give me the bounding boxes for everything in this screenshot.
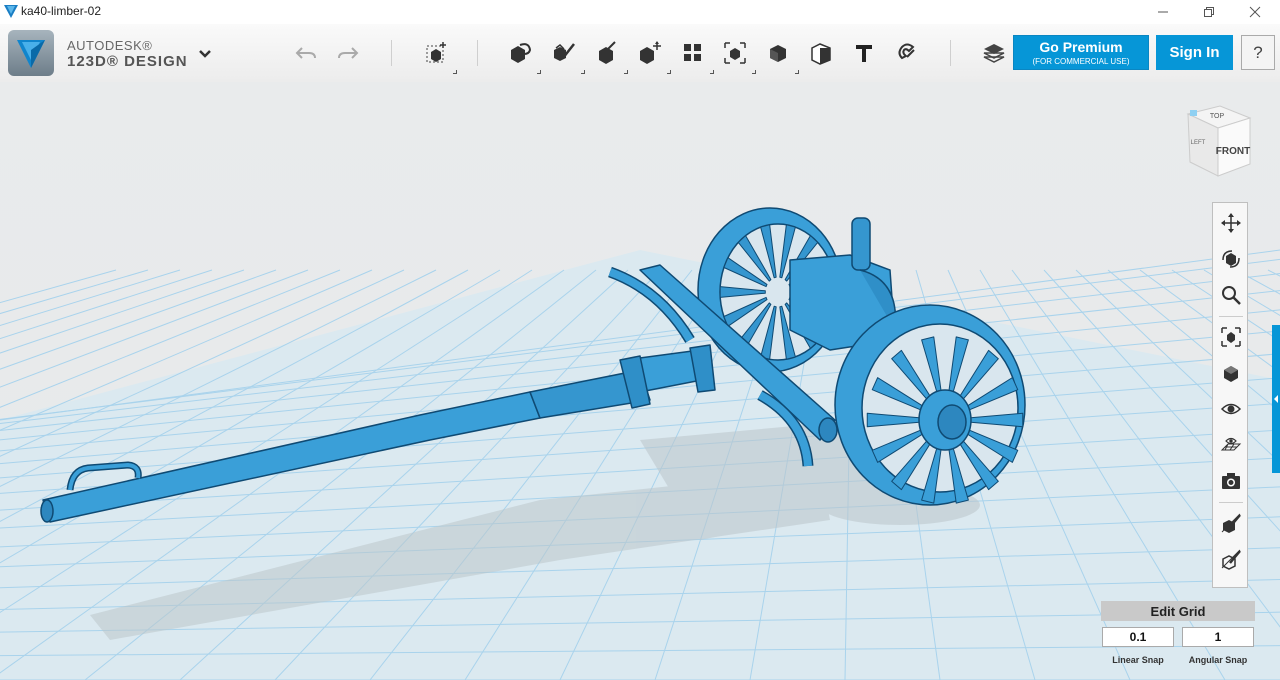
material-icon[interactable] xyxy=(979,38,1009,68)
combine-icon[interactable] xyxy=(720,38,756,74)
construct-icon[interactable] xyxy=(549,38,585,74)
snap-icon[interactable] xyxy=(892,38,922,68)
text-icon[interactable] xyxy=(806,38,836,68)
go-premium-sublabel: (FOR COMMERCIAL USE) xyxy=(1032,57,1130,66)
close-icon[interactable] xyxy=(1232,0,1278,24)
title-bar: ka40-limber-02 xyxy=(0,0,1280,24)
pan-icon[interactable] xyxy=(1217,209,1245,237)
go-premium-button[interactable]: Go Premium (FOR COMMERCIAL USE) xyxy=(1013,35,1149,70)
linear-snap-label: Linear Snap xyxy=(1112,655,1164,665)
view-cube[interactable]: TOP FRONT LEFT xyxy=(1180,102,1260,182)
brand-autodesk: AUTODESK® xyxy=(67,38,153,53)
angular-snap-input[interactable]: 1 xyxy=(1182,627,1254,647)
fit-icon[interactable] xyxy=(1217,323,1245,351)
scene-canvas[interactable] xyxy=(0,82,1280,680)
modify-icon[interactable] xyxy=(592,38,628,74)
nav-separator xyxy=(1219,502,1243,503)
minimize-icon[interactable] xyxy=(1140,0,1186,24)
undo-icon[interactable] xyxy=(291,38,321,68)
nav-separator xyxy=(1219,316,1243,317)
main-toolbar: AUTODESK® 123D® DESIGN Go Premium (FOR C… xyxy=(0,24,1280,83)
sketch-icon[interactable] xyxy=(505,38,541,74)
brand-product: 123D® DESIGN xyxy=(67,53,188,70)
go-premium-label: Go Premium xyxy=(1039,39,1123,55)
grid-visibility-icon[interactable] xyxy=(1217,431,1245,459)
app-logo-icon xyxy=(4,5,18,18)
right-panel-tab[interactable] xyxy=(1272,325,1280,473)
edit-grid-button[interactable]: Edit Grid xyxy=(1101,601,1255,621)
zoom-icon[interactable] xyxy=(1217,281,1245,309)
window-title: ka40-limber-02 xyxy=(21,4,102,18)
text-tool-icon[interactable] xyxy=(849,38,879,68)
restore-icon[interactable] xyxy=(1186,0,1232,24)
redo-icon[interactable] xyxy=(333,38,363,68)
navigation-bar xyxy=(1212,202,1248,588)
help-button[interactable]: ? xyxy=(1241,35,1275,70)
toolbar-separator xyxy=(391,40,392,66)
primitives-icon[interactable] xyxy=(421,38,457,74)
view-cube-front: FRONT xyxy=(1216,146,1250,157)
sign-in-button[interactable]: Sign In xyxy=(1156,35,1233,70)
outline-icon[interactable] xyxy=(1217,545,1245,573)
toolbar-separator xyxy=(950,40,951,66)
linear-snap-input[interactable]: 0.1 xyxy=(1102,627,1174,647)
angular-snap-label: Angular Snap xyxy=(1188,655,1248,665)
measure-icon[interactable] xyxy=(763,38,799,74)
pattern-icon[interactable] xyxy=(635,38,671,74)
3d-viewport[interactable]: TOP FRONT LEFT xyxy=(0,82,1280,680)
toolbar-separator xyxy=(477,40,478,66)
visibility-icon[interactable] xyxy=(1217,395,1245,423)
screenshot-icon[interactable] xyxy=(1217,467,1245,495)
view-cube-left: LEFT xyxy=(1191,140,1206,146)
view-cube-top: TOP xyxy=(1210,113,1225,120)
material-render-icon[interactable] xyxy=(1217,509,1245,537)
grouping-icon[interactable] xyxy=(678,38,714,74)
brand-logo-icon[interactable] xyxy=(8,30,54,76)
chevron-down-icon[interactable] xyxy=(195,44,215,64)
orbit-icon[interactable] xyxy=(1217,245,1245,273)
perspective-icon[interactable] xyxy=(1217,359,1245,387)
